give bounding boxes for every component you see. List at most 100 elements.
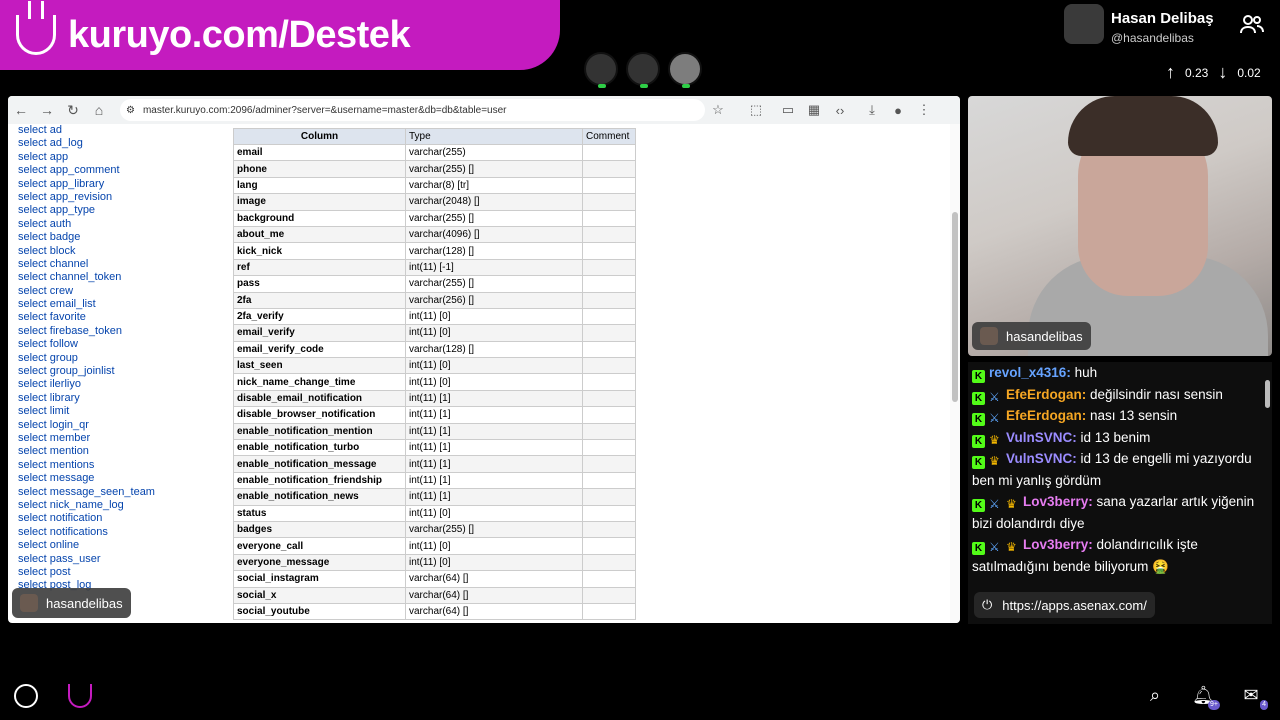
search-icon[interactable]: ⌕ — [1144, 684, 1166, 706]
table-row: enable_notification_news int(11) [1] — [233, 488, 636, 506]
sidebar-table-link[interactable]: select notification — [18, 512, 218, 525]
type-header: Type — [405, 128, 583, 145]
chat-message: Krevol_x4316: huh — [968, 362, 1272, 384]
avatar[interactable] — [584, 52, 618, 88]
extensions-icon[interactable]: ⬚ — [743, 102, 769, 118]
chat-username[interactable]: Lov3berry: — [1023, 537, 1093, 552]
menu-icon[interactable]: ⋮ — [911, 102, 937, 118]
page-scrollbar[interactable] — [950, 124, 960, 623]
chat-username[interactable]: Lov3berry: — [1023, 494, 1093, 509]
table-row: social_x varchar(64) [] — [233, 586, 636, 604]
sidebar-table-link[interactable]: select ilerliyo — [18, 378, 218, 391]
avatar[interactable] — [626, 52, 660, 88]
sidebar-table-link[interactable]: select channel — [18, 258, 218, 271]
sidebar-table-link[interactable]: select group — [18, 352, 218, 365]
bookmark-star-icon[interactable]: ☆ — [705, 102, 731, 118]
sidebar-table-link[interactable]: select post — [18, 566, 218, 579]
table-row: about_me varchar(4096) [] — [233, 225, 636, 244]
sidebar-table-link[interactable]: select ad_log — [18, 137, 218, 150]
pinned-link[interactable]: ⏻ https://apps.asenax.com/ — [974, 592, 1155, 618]
devtools-icon[interactable]: ‹› — [827, 103, 853, 118]
download-icon[interactable]: ⤓ — [859, 102, 885, 118]
column-comment — [582, 406, 636, 424]
comment-header: Comment — [582, 128, 636, 145]
chat-scroll-thumb[interactable] — [1265, 380, 1270, 408]
users-icon[interactable] — [1240, 14, 1264, 34]
scrollbar-thumb[interactable] — [952, 212, 958, 402]
column-comment — [582, 160, 636, 178]
table-row: enable_notification_friendship int(11) [1… — [233, 471, 636, 490]
cam-tag-label: hasandelibas — [1006, 328, 1083, 344]
sidebar-table-link[interactable]: select favorite — [18, 311, 218, 324]
column-type: varchar(255) — [405, 143, 583, 162]
sidebar-table-link[interactable]: select block — [18, 245, 218, 258]
chat-scrollbar[interactable] — [1262, 362, 1272, 624]
sidebar-table-link[interactable]: select pass_user — [18, 553, 218, 566]
column-type: int(11) [1] — [405, 422, 583, 441]
home-icon[interactable]: ⌂ — [86, 102, 112, 118]
grid-icon[interactable]: ▦ — [801, 102, 827, 118]
sidebar-table-link[interactable]: select ad — [18, 124, 218, 137]
sidebar-table-link[interactable]: select app_revision — [18, 191, 218, 204]
sidebar-table-link[interactable]: select auth — [18, 218, 218, 231]
avatar[interactable] — [668, 52, 702, 88]
chat-username[interactable]: VulnSVNC: — [1006, 451, 1077, 466]
sidebar-table-link[interactable]: select library — [18, 392, 218, 405]
globe-icon[interactable] — [14, 684, 38, 708]
column-comment — [582, 389, 636, 408]
sidebar-table-link[interactable]: select app_type — [18, 204, 218, 217]
sidebar-table-link[interactable]: select nick_name_log — [18, 499, 218, 512]
table-row: enable_notification_mention int(11) [1] — [233, 422, 636, 441]
bell-icon[interactable]: 🔔︎ 9+ — [1192, 684, 1220, 710]
address-bar[interactable]: ⚙ master.kuruyo.com:2096/adminer?server=… — [120, 99, 705, 121]
sidebar-table-link[interactable]: select member — [18, 432, 218, 445]
sidebar-table-link[interactable]: select badge — [18, 231, 218, 244]
sidebar-table-link[interactable]: select message — [18, 472, 218, 485]
profile-icon[interactable]: ● — [885, 103, 911, 118]
streamer-avatar — [1064, 4, 1104, 44]
column-comment — [582, 586, 636, 604]
table-row: status int(11) [0] — [233, 504, 636, 522]
smile-logo-icon[interactable] — [68, 684, 92, 708]
column-comment — [582, 275, 636, 293]
column-comment — [582, 324, 636, 342]
column-comment — [582, 520, 636, 539]
mail-icon[interactable]: ✉ 4 — [1240, 684, 1268, 710]
chat-username[interactable]: EfeErdogan: — [1006, 387, 1086, 402]
sidebar-table-link[interactable]: select group_joinlist — [18, 365, 218, 378]
sidebar-table-link[interactable]: select online — [18, 539, 218, 552]
sidebar-table-link[interactable]: select follow — [18, 338, 218, 351]
sidebar-table-link[interactable]: select app_library — [18, 178, 218, 191]
sidebar-table-link[interactable]: select channel_token — [18, 271, 218, 284]
chat-message: K ⚔ ♛ Lov3berry: dolandırıcılık işte satılm… — [968, 534, 1272, 577]
sidebar-table-link[interactable]: select app — [18, 151, 218, 164]
sidebar-table-link[interactable]: select mentions — [18, 459, 218, 472]
chat-text: huh — [1074, 365, 1098, 380]
sidebar-table-link[interactable]: select app_comment — [18, 164, 218, 177]
column-name: 2fa_verify — [233, 307, 406, 326]
chat-username[interactable]: revol_x4316: — [989, 365, 1071, 380]
sidebar-table-link[interactable]: select mention — [18, 445, 218, 458]
sidebar-table-link[interactable]: select email_list — [18, 298, 218, 311]
site-info-icon[interactable]: ⚙ — [126, 105, 135, 116]
sidebar-table-link[interactable]: select notifications — [18, 526, 218, 539]
forward-icon[interactable]: → — [34, 102, 60, 118]
back-icon[interactable]: ← — [8, 102, 34, 118]
notification-count: 9+ — [1208, 700, 1220, 710]
column-type: varchar(64) [] — [405, 586, 583, 604]
kick-badge-icon: K — [972, 499, 985, 512]
column-comment — [582, 340, 636, 359]
column-type: varchar(64) [] — [405, 602, 583, 621]
sidebar-table-link[interactable]: select limit — [18, 405, 218, 418]
sidebar-table-link[interactable]: select login_qr — [18, 419, 218, 432]
reload-icon[interactable]: ↻ — [60, 102, 86, 119]
chat-username[interactable]: EfeErdogan: — [1006, 408, 1086, 423]
sidebar-table-link[interactable]: select crew — [18, 285, 218, 298]
device-icon[interactable]: ▭ — [775, 102, 801, 118]
sidebar-table-link[interactable]: select message_seen_team — [18, 486, 218, 499]
sidebar-table-link[interactable]: select firebase_token — [18, 325, 218, 338]
column-comment — [582, 357, 636, 375]
chat-username[interactable]: VulnSVNC: — [1006, 430, 1077, 445]
column-name: image — [233, 193, 406, 211]
chat-text: nası 13 sensin — [1090, 408, 1178, 423]
